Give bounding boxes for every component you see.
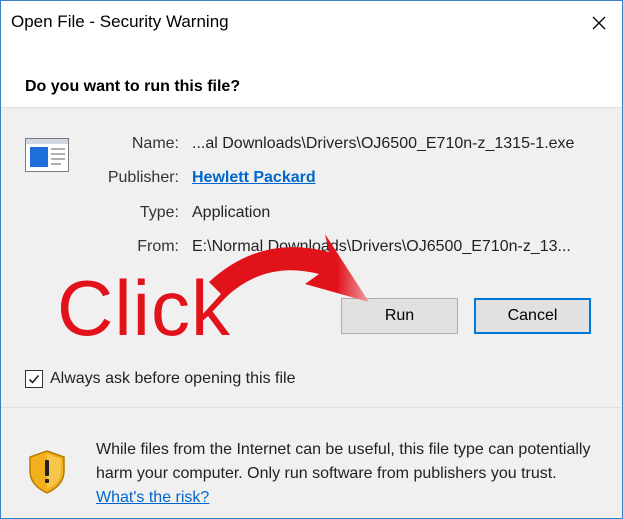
warning-message: While files from the Internet can be use…	[96, 441, 591, 482]
publisher-link[interactable]: Hewlett Packard	[192, 169, 316, 187]
window-title: Open File - Security Warning	[11, 12, 229, 31]
from-label: From:	[137, 238, 179, 255]
name-value: ...al Downloads\Drivers\OJ6500_E710n-z_1…	[192, 135, 575, 152]
always-ask-label[interactable]: Always ask before opening this file	[50, 370, 295, 388]
cancel-button[interactable]: Cancel	[474, 298, 591, 334]
name-label: Name:	[131, 135, 179, 152]
warning-text: While files from the Internet can be use…	[96, 438, 596, 510]
always-ask-checkbox[interactable]	[25, 370, 43, 388]
publisher-label: Publisher:	[107, 169, 179, 186]
header-divider	[1, 107, 622, 108]
close-button[interactable]	[576, 1, 622, 45]
security-warning-dialog: Open File - Security Warning Do you want…	[0, 0, 623, 519]
whats-the-risk-link[interactable]: What's the risk?	[96, 489, 209, 506]
dialog-header: Do you want to run this file?	[1, 45, 622, 107]
checkmark-icon	[28, 374, 40, 384]
dialog-question: Do you want to run this file?	[25, 78, 241, 95]
warning-shield-icon	[27, 449, 67, 500]
type-value: Application	[192, 204, 271, 221]
close-icon	[592, 16, 606, 30]
click-annotation: Click	[57, 264, 231, 352]
title-bar: Open File - Security Warning	[1, 1, 622, 45]
type-label: Type:	[139, 204, 179, 221]
footer-divider	[1, 407, 622, 408]
